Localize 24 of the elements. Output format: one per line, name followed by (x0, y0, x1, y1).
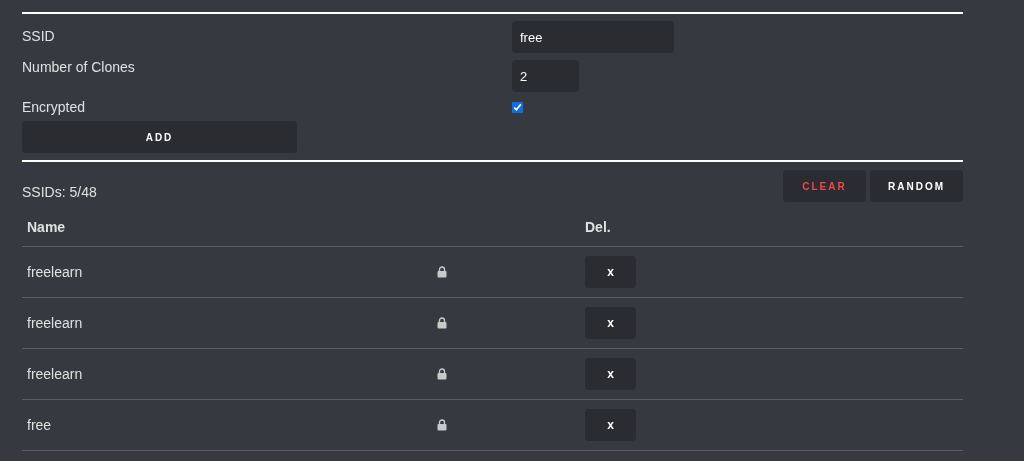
lock-icon (437, 368, 447, 380)
encrypted-label: Encrypted (22, 99, 87, 116)
ssid-name: free (26, 415, 53, 435)
ssid-count: SSIDs: 5/48 (22, 183, 98, 202)
clear-button[interactable]: CLEAR (783, 170, 866, 202)
lock-icon (437, 419, 447, 431)
clones-field[interactable]: 2 (512, 60, 579, 92)
lock-icon (437, 266, 447, 278)
ssid-name: freelearn (26, 364, 84, 384)
encrypted-checkbox[interactable] (512, 102, 523, 113)
ssid-name: freelearn (26, 313, 84, 333)
ssid-name: freelearn (26, 262, 84, 282)
ssid-field[interactable]: free (512, 21, 674, 53)
column-header: Del. (585, 218, 612, 237)
delete-button[interactable]: x (585, 409, 636, 441)
delete-button[interactable]: x (585, 256, 636, 288)
delete-button[interactable]: x (585, 307, 636, 339)
delete-button[interactable]: x (585, 358, 636, 390)
clones-label: Number of Clones (22, 59, 136, 77)
add-button[interactable]: ADD (22, 121, 297, 153)
column-header: Name (26, 218, 67, 237)
lock-icon (437, 317, 447, 329)
ssid-label: SSID (22, 28, 56, 46)
random-button[interactable]: RANDOM (870, 170, 963, 202)
